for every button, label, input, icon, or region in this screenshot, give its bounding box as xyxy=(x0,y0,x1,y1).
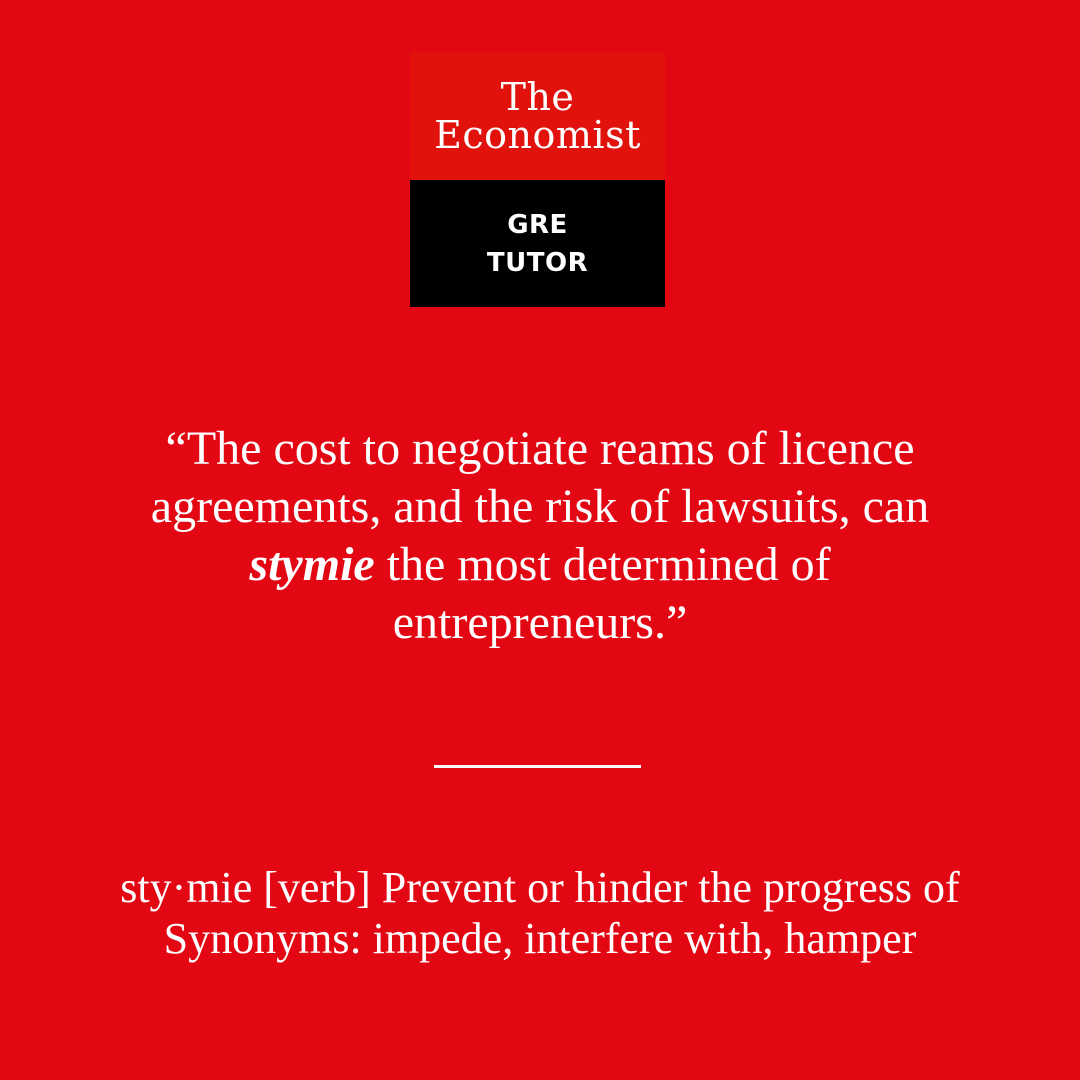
logo-word-economist: Economist xyxy=(434,113,641,157)
economist-wordmark: The Economist xyxy=(410,52,665,180)
definition-line: sty·mie [verb] Prevent or hinder the pro… xyxy=(120,863,960,912)
quote-emphasis-word: stymie xyxy=(249,538,375,591)
quote-close-mark: ” xyxy=(665,596,688,649)
gre-tutor-card: The Economist GRE TUTOR “The cost to neg… xyxy=(0,0,1080,1080)
quote-text-before: The cost to negotiate reams of licence a… xyxy=(150,422,930,533)
logo-sub-tutor: TUTOR xyxy=(486,247,589,278)
quote-text-after: the most determined of entrepreneurs. xyxy=(374,538,831,649)
word-definition: sty·mie [verb] Prevent or hinder the pro… xyxy=(40,862,1040,964)
logo-word-the: The xyxy=(500,75,575,119)
example-quote: “The cost to negotiate reams of licence … xyxy=(100,420,980,652)
logo-sub-gre: GRE xyxy=(507,209,568,240)
gre-tutor-label: GRE TUTOR xyxy=(410,180,665,307)
divider-line xyxy=(434,765,641,768)
synonyms-line: Synonyms: impede, interfere with, hamper xyxy=(163,914,917,963)
economist-gre-tutor-logo: The Economist GRE TUTOR xyxy=(410,52,665,307)
quote-open-mark: “ xyxy=(165,422,187,475)
